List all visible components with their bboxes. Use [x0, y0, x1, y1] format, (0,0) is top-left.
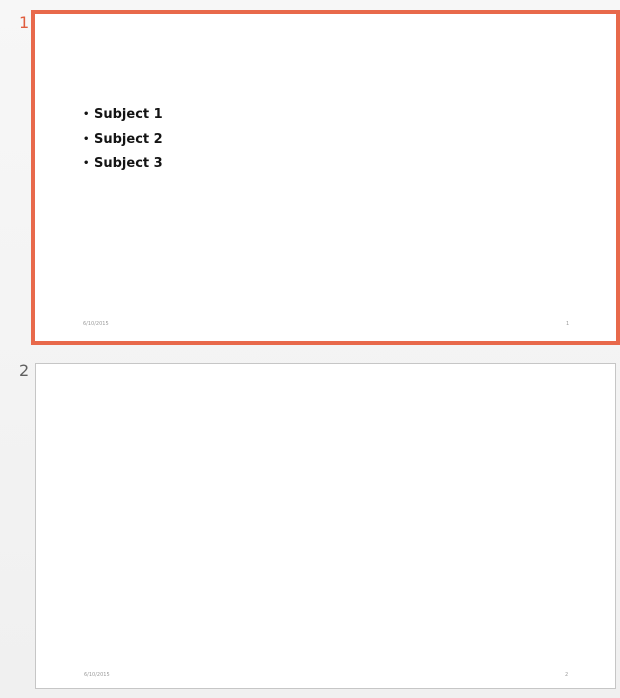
slide-thumbnail-2[interactable]: 6/10/2015 2	[35, 363, 616, 689]
slide-number-1: 1	[19, 13, 30, 32]
bullet-glyph: •	[83, 109, 90, 120]
slide-2-footer-date: 6/10/2015	[84, 672, 110, 678]
bullet-text: Subject 1	[94, 107, 163, 122]
bullet-text: Subject 3	[94, 156, 163, 171]
slide-thumbnail-1[interactable]: • Subject 1 • Subject 2 • Subject 3 6/10/20…	[31, 10, 620, 345]
bullet-text: Subject 2	[94, 131, 163, 147]
bullet-item: • Subject 3	[83, 152, 163, 177]
slide-1-bullet-list: • Subject 1 • Subject 2 • Subject 3	[83, 103, 163, 177]
bullet-item: • Subject 1	[83, 103, 163, 128]
slide-number-2: 2	[19, 361, 30, 380]
bullet-item: • Subject 2	[83, 128, 163, 153]
bullet-glyph: •	[83, 133, 90, 145]
slide-2-footer-number: 2	[565, 672, 569, 678]
slide-1-footer-date: 6/10/2015	[83, 321, 109, 327]
slide-1-footer-number: 1	[566, 321, 570, 327]
slide-thumbnail-pane[interactable]: 1 • Subject 1 • Subject 2 • Subject 3 6/10/…	[0, 0, 620, 698]
bullet-glyph: •	[83, 158, 90, 169]
